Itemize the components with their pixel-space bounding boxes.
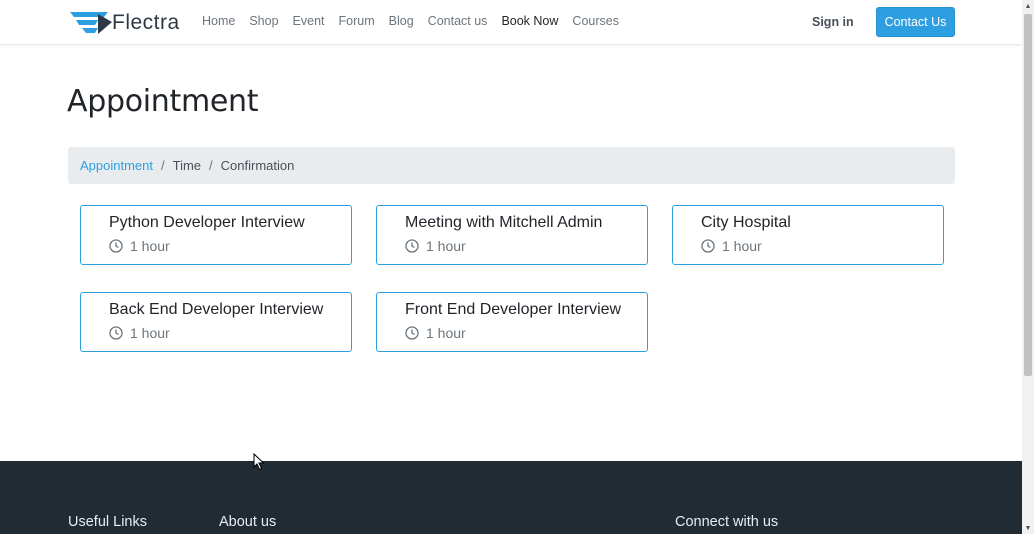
appointment-duration: 1 hour: [426, 325, 466, 341]
clock-icon: [405, 239, 419, 253]
scroll-up-arrow-icon[interactable]: ▲: [1022, 0, 1034, 12]
breadcrumb-separator: /: [209, 158, 213, 173]
page-title: Appointment: [67, 84, 259, 119]
main-menu: Home Shop Event Forum Blog Contact us Bo…: [202, 14, 633, 28]
footer-heading-about-us: About us: [219, 514, 277, 530]
nav-item-forum[interactable]: Forum: [339, 14, 375, 28]
breadcrumb-confirmation: Confirmation: [220, 158, 295, 173]
appointment-duration: 1 hour: [722, 238, 762, 254]
appointment-duration: 1 hour: [130, 325, 170, 341]
breadcrumb-separator: /: [161, 158, 165, 173]
nav-item-home[interactable]: Home: [202, 14, 235, 28]
clock-icon: [109, 239, 123, 253]
nav-item-blog[interactable]: Blog: [389, 14, 414, 28]
appointment-duration: 1 hour: [130, 238, 170, 254]
mouse-cursor-icon: [253, 453, 265, 471]
appointment-name: Python Developer Interview: [109, 214, 305, 231]
vertical-scrollbar[interactable]: ▲ ▼: [1022, 0, 1034, 534]
breadcrumb: Appointment / Time / Confirmation: [68, 147, 955, 184]
clock-icon: [405, 326, 419, 340]
nav-item-book-now[interactable]: Book Now: [501, 14, 558, 28]
appointment-duration-row: 1 hour: [405, 325, 647, 341]
appointment-name: Back End Developer Interview: [109, 301, 324, 318]
footer-heading-connect: Connect with us: [675, 514, 779, 530]
appointment-card[interactable]: Back End Developer Interview 1 hour: [80, 292, 352, 352]
sign-in-link[interactable]: Sign in: [812, 15, 854, 29]
brand-logo[interactable]: Flectra: [68, 7, 180, 39]
nav-item-contact-us[interactable]: Contact us: [428, 14, 488, 28]
breadcrumb-appointment[interactable]: Appointment: [80, 158, 153, 173]
nav-item-event[interactable]: Event: [293, 14, 325, 28]
appointment-name: City Hospital: [701, 214, 791, 231]
appointment-duration: 1 hour: [426, 238, 466, 254]
flectra-logo-icon: [70, 12, 112, 34]
appointment-duration-row: 1 hour: [701, 238, 943, 254]
footer: Useful Links About us Connect with us: [0, 461, 1022, 534]
appointment-duration-row: 1 hour: [109, 325, 351, 341]
nav-item-courses[interactable]: Courses: [572, 14, 619, 28]
appointment-card[interactable]: City Hospital 1 hour: [672, 205, 944, 265]
brand-name: Flectra: [112, 11, 180, 34]
clock-icon: [109, 326, 123, 340]
contact-us-button[interactable]: Contact Us: [876, 7, 955, 37]
appointment-name: Front End Developer Interview: [405, 301, 622, 318]
footer-heading-useful-links: Useful Links: [68, 514, 147, 530]
appointment-duration-row: 1 hour: [109, 238, 351, 254]
appointment-card[interactable]: Python Developer Interview 1 hour: [80, 205, 352, 265]
appointment-card[interactable]: Front End Developer Interview 1 hour: [376, 292, 648, 352]
scrollbar-thumb[interactable]: [1024, 14, 1032, 376]
breadcrumb-time: Time: [172, 158, 202, 173]
appointment-name: Meeting with Mitchell Admin: [405, 214, 603, 231]
top-navbar: Flectra Home Shop Event Forum Blog Conta…: [0, 0, 1022, 45]
scroll-down-arrow-icon[interactable]: ▼: [1022, 522, 1034, 534]
nav-item-shop[interactable]: Shop: [249, 14, 278, 28]
appointment-duration-row: 1 hour: [405, 238, 647, 254]
clock-icon: [701, 239, 715, 253]
appointment-card[interactable]: Meeting with Mitchell Admin 1 hour: [376, 205, 648, 265]
